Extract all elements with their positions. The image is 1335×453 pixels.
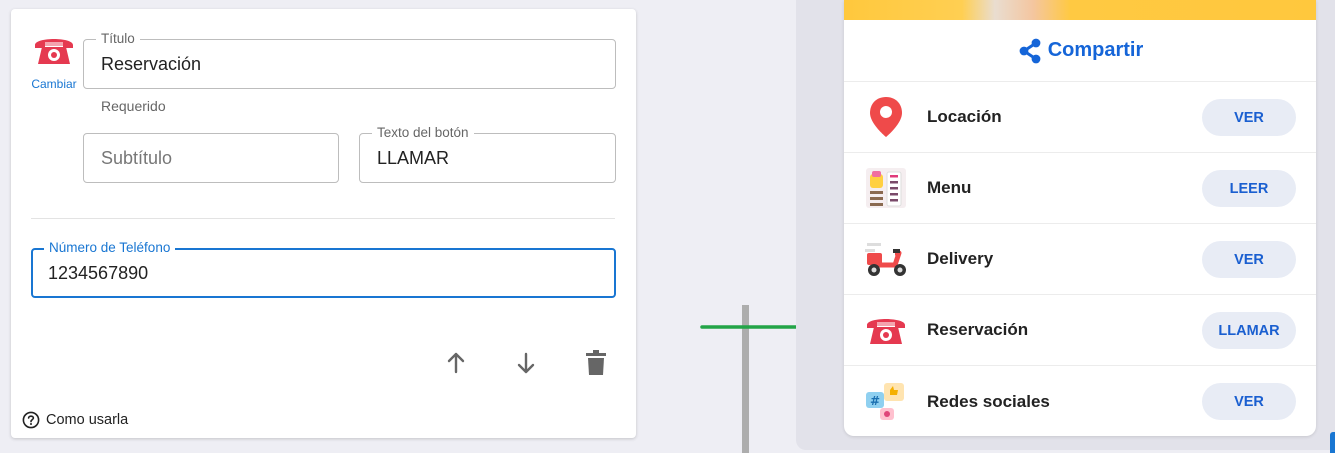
svg-text:#: # — [870, 394, 880, 408]
help-circle-icon — [22, 411, 40, 429]
move-up-button[interactable] — [440, 347, 472, 379]
link-row-location[interactable]: Locación VER — [844, 82, 1316, 153]
subtitle-field[interactable]: Subtítulo — [83, 133, 339, 183]
icon-picker[interactable]: Cambiar — [29, 33, 79, 91]
button-editor-card: Cambiar Título Reservación Requerido Sub… — [11, 9, 636, 438]
row-label: Locación — [927, 107, 1002, 126]
move-down-button[interactable] — [510, 347, 542, 379]
button-text-field-label: Texto del botón — [372, 125, 474, 141]
link-row-social[interactable]: # Redes sociales VER — [844, 366, 1316, 436]
row-action-button[interactable]: VER — [1202, 99, 1296, 136]
row-action-button[interactable]: LEER — [1202, 170, 1296, 207]
phone-preview: Compartir Locación VER Menu LEER Deliver… — [844, 0, 1316, 436]
arrow-up-icon — [447, 352, 465, 374]
trash-icon — [586, 350, 606, 375]
location-pin-icon — [870, 97, 902, 137]
help-link-label: Como usarla — [46, 412, 129, 428]
phone-number-field-label: Número de Teléfono — [44, 240, 176, 256]
change-icon-link[interactable]: Cambiar — [29, 77, 79, 91]
share-label: Compartir — [1047, 39, 1144, 61]
link-row-delivery[interactable]: Delivery VER — [844, 224, 1316, 295]
divider — [31, 218, 615, 219]
button-text-field-value: LLAMAR — [377, 147, 450, 168]
share-icon — [1019, 38, 1041, 63]
telephone-icon — [35, 39, 73, 64]
link-row-menu[interactable]: Menu LEER — [844, 153, 1316, 224]
scooter-icon — [865, 243, 906, 276]
row-label: Menu — [927, 178, 972, 197]
help-link[interactable]: Como usarla — [22, 411, 128, 429]
social-media-icon: # — [866, 382, 904, 420]
row-action-button[interactable]: LLAMAR — [1202, 312, 1296, 349]
phone-number-field-value: 1234567890 — [48, 262, 149, 283]
phone-number-field[interactable]: Número de Teléfono 1234567890 — [31, 240, 616, 298]
row-label: Delivery — [927, 249, 994, 268]
edge-indicator — [1330, 432, 1335, 453]
button-text-field[interactable]: Texto del botón LLAMAR — [359, 125, 616, 183]
telephone-icon — [867, 319, 905, 344]
title-field[interactable]: Título Reservación — [83, 31, 616, 89]
share-button[interactable]: Compartir — [844, 20, 1316, 82]
title-field-value: Reservación — [101, 53, 202, 74]
banner-image — [844, 0, 1316, 20]
row-action-button[interactable]: VER — [1202, 241, 1296, 278]
row-label: Reservación — [927, 320, 1029, 339]
title-helper-text: Requerido — [101, 98, 166, 114]
menu-icon — [866, 168, 906, 208]
title-field-label: Título — [96, 31, 140, 47]
arrow-down-icon — [517, 352, 535, 374]
link-row-reservation[interactable]: Reservación LLAMAR — [844, 295, 1316, 366]
subtitle-field-placeholder: Subtítulo — [101, 147, 173, 168]
delete-button[interactable] — [580, 347, 612, 379]
row-action-button[interactable]: VER — [1202, 383, 1296, 420]
row-label: Redes sociales — [927, 391, 1050, 411]
